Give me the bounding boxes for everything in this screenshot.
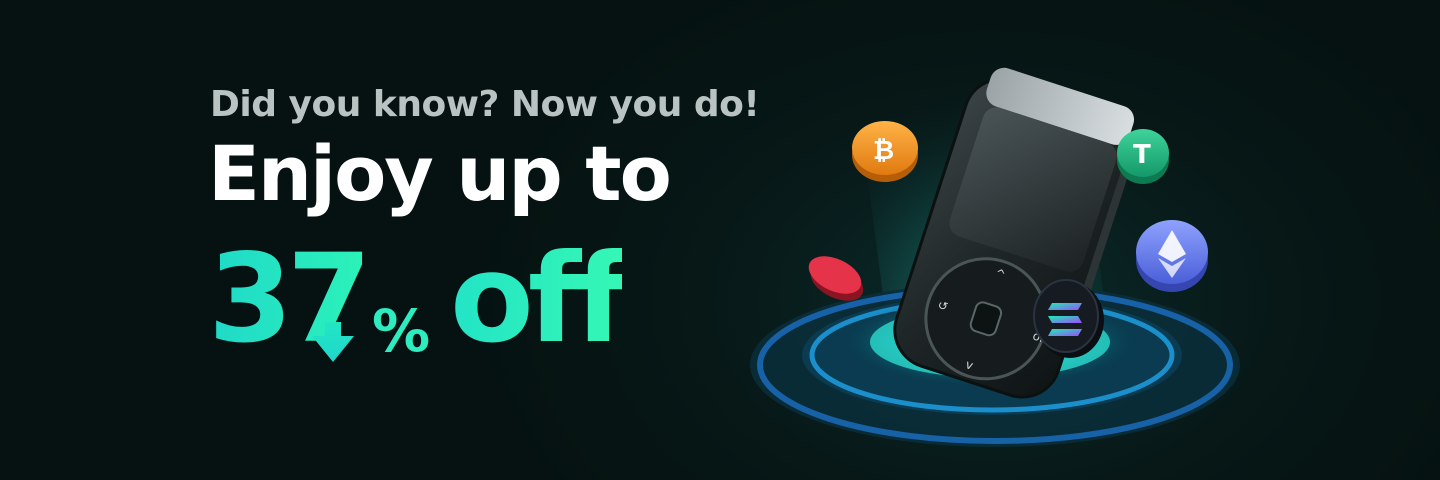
svg-text:₿: ₿	[873, 136, 894, 166]
off-text: off	[450, 228, 628, 370]
promo-banner: Did you know? Now you do! Enjoy up to 37…	[0, 0, 1440, 480]
down-arrow-icon	[312, 322, 354, 362]
tether-coin-icon: T	[1117, 129, 1169, 184]
headline-text: Enjoy up to	[208, 129, 672, 218]
ethereum-coin-icon	[1136, 220, 1208, 292]
bitcoin-coin-icon: ₿	[852, 121, 918, 182]
kicker-text: Did you know? Now you do!	[210, 84, 760, 125]
product-illustration: ^ ok ↺ v ₿ T	[750, 20, 1240, 447]
svg-text:T: T	[1133, 140, 1151, 170]
percent-sign: %	[372, 297, 430, 365]
discount-offer: 37 % off	[208, 238, 768, 378]
